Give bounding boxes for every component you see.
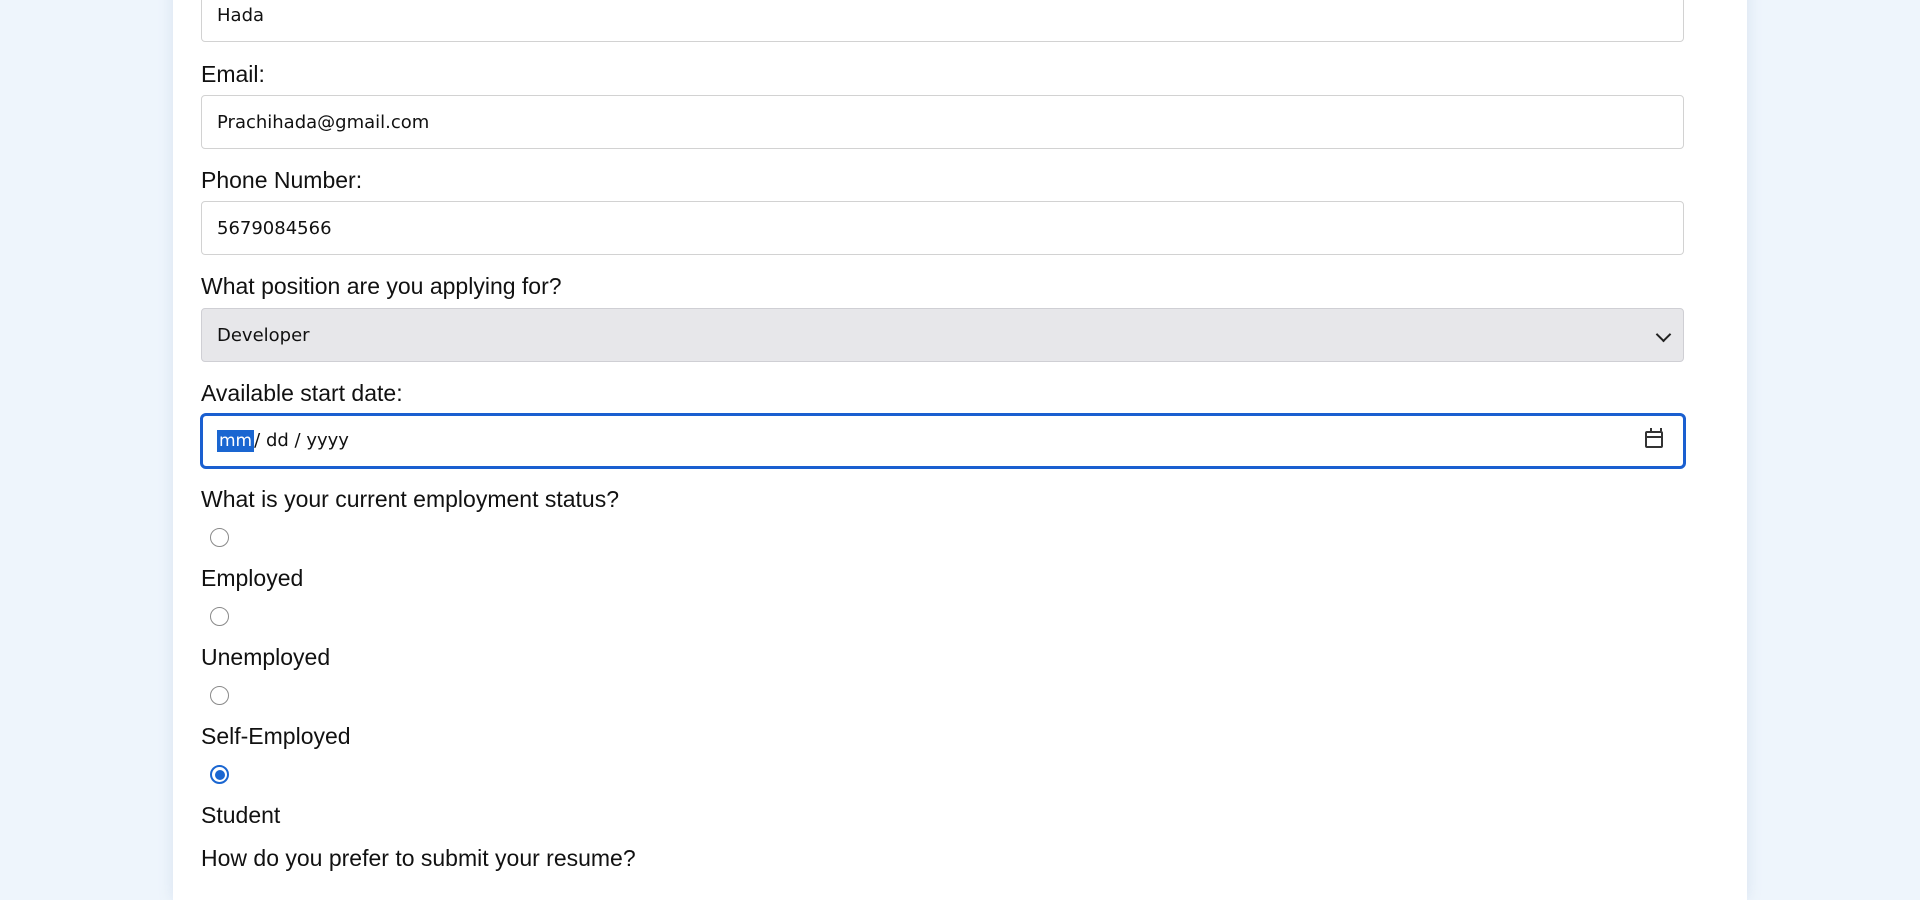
start-date-input[interactable]: mm / dd / yyyy <box>200 413 1686 469</box>
phone-label: Phone Number: <box>201 167 363 193</box>
position-selected: Developer <box>217 325 310 346</box>
date-separator: / <box>254 430 261 451</box>
date-year-segment[interactable]: yyyy <box>306 430 349 451</box>
email-label: Email: <box>201 61 265 87</box>
last-name-input[interactable]: Hada <box>201 0 1684 42</box>
option-label-self-employed: Self-Employed <box>201 723 351 749</box>
employment-status-label: What is your current employment status? <box>201 486 619 512</box>
email-value: Prachihada@gmail.com <box>217 112 430 133</box>
radio-unemployed[interactable] <box>210 607 229 626</box>
date-segments: mm / dd / yyyy <box>217 416 349 466</box>
date-separator: / <box>294 430 301 451</box>
radio-student[interactable] <box>210 765 229 784</box>
resume-method-label: How do you prefer to submit your resume? <box>201 845 636 871</box>
radio-employed[interactable] <box>210 528 229 547</box>
date-month-segment[interactable]: mm <box>217 430 255 452</box>
date-day-segment[interactable]: dd <box>266 430 289 451</box>
phone-value: 5679084566 <box>217 218 332 239</box>
chevron-down-icon <box>1655 326 1672 343</box>
position-label: What position are you applying for? <box>201 273 562 299</box>
last-name-value: Hada <box>217 5 265 26</box>
radio-self-employed[interactable] <box>210 686 229 705</box>
email-input[interactable]: Prachihada@gmail.com <box>201 95 1684 149</box>
option-label-employed: Employed <box>201 565 304 591</box>
start-date-label: Available start date: <box>201 380 403 406</box>
option-label-student: Student <box>201 802 281 828</box>
calendar-icon[interactable] <box>1645 428 1663 448</box>
phone-input[interactable]: 5679084566 <box>201 201 1684 255</box>
option-label-unemployed: Unemployed <box>201 644 331 670</box>
position-select[interactable]: Developer <box>201 308 1684 362</box>
